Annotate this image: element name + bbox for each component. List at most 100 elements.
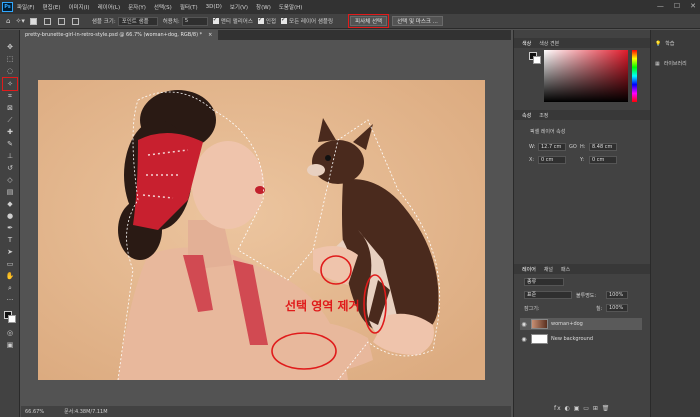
bg-color-chip[interactable]	[533, 56, 541, 64]
document-tab[interactable]: pretty-brunette-girl-in-retro-style.psd …	[21, 30, 219, 40]
visibility-eye-icon[interactable]: ◉	[520, 336, 528, 343]
menu-help[interactable]: 도움말(H)	[279, 3, 303, 11]
layer-name: New background	[551, 336, 594, 342]
hand-tool-icon[interactable]: ✋	[4, 271, 16, 281]
menu-select[interactable]: 선택(S)	[154, 3, 172, 11]
layer-kind-filter[interactable]: 종류	[524, 278, 564, 286]
tab-adjustments[interactable]: 조정	[539, 112, 548, 119]
tab-paths[interactable]: 패스	[561, 266, 570, 273]
menu-filter[interactable]: 필터(T)	[180, 3, 198, 11]
home-icon[interactable]: ⌂	[6, 17, 10, 25]
rectangle-tool-icon[interactable]: ▭	[4, 259, 16, 269]
x-field[interactable]: 0 cm	[538, 156, 566, 164]
blur-tool-icon[interactable]: ◆	[4, 199, 16, 209]
minimize-icon[interactable]: —	[657, 2, 664, 10]
clone-stamp-icon[interactable]: ⊥	[4, 151, 16, 161]
opacity-field[interactable]: 100%	[606, 291, 628, 299]
lasso-tool-icon[interactable]: ◌	[4, 66, 16, 76]
more-tools-icon[interactable]: ···	[4, 295, 16, 305]
y-field[interactable]: 0 cm	[589, 156, 617, 164]
layer-row-new-background[interactable]: ◉ New background	[520, 333, 642, 345]
link-dimensions-icon[interactable]: GO	[569, 144, 577, 150]
type-tool-icon[interactable]: T	[4, 235, 16, 245]
history-brush-icon[interactable]: ↺	[4, 163, 16, 173]
layer-thumbnail	[531, 334, 548, 344]
add-selection-mode[interactable]	[43, 17, 53, 25]
path-select-icon[interactable]: ➤	[4, 247, 16, 257]
menu-edit[interactable]: 편집(E)	[43, 3, 61, 11]
learn-panel-button[interactable]: 💡 학습	[655, 40, 674, 48]
lock-label: 잠그기:	[524, 306, 540, 312]
libraries-panel-button[interactable]: ▦ 라이브러리	[655, 60, 687, 68]
menu-bar: Ps 파일(F) 편집(E) 이미지(I) 레이어(L) 문자(Y) 선택(S)…	[0, 0, 700, 14]
fill-field[interactable]: 100%	[606, 304, 628, 312]
close-icon[interactable]: ✕	[690, 2, 696, 10]
intersect-selection-mode[interactable]	[71, 17, 81, 25]
height-label: H:	[580, 144, 586, 150]
zoom-level[interactable]: 66.67%	[25, 409, 44, 415]
visibility-eye-icon[interactable]: ◉	[520, 321, 528, 328]
layers-panel-tabs: 레이어 채널 패스	[514, 264, 651, 274]
magic-wand-tool-icon[interactable]: ✧▾	[15, 17, 24, 25]
eyedropper-icon[interactable]: ⟋	[4, 115, 16, 125]
canvas-image[interactable]: 선택 영역 제거	[38, 80, 485, 380]
magic-wand-icon[interactable]: ✧	[2, 77, 18, 91]
layer-row-woman-dog[interactable]: ◉ woman+dog	[520, 318, 642, 330]
brush-tool-icon[interactable]: ✎	[4, 139, 16, 149]
marquee-tool-icon[interactable]: ⬚	[4, 54, 16, 64]
woman-face	[192, 141, 264, 229]
tab-close-icon[interactable]: ×	[208, 32, 212, 38]
menu-window[interactable]: 창(W)	[256, 3, 271, 11]
menu-3d[interactable]: 3D(D)	[206, 4, 222, 10]
width-field[interactable]: 12.7 cm	[538, 143, 566, 151]
new-selection-mode[interactable]	[29, 17, 39, 25]
photoshop-logo-icon: Ps	[2, 2, 13, 12]
contiguous-checkbox[interactable]: 인접	[257, 16, 276, 25]
options-bar: ⌂ ✧▾ 샘플 크기: 포인트 샘플 허용치: 5 앤티 앨리어스 인접 모든 …	[0, 14, 700, 29]
hue-slider[interactable]	[632, 50, 637, 102]
zoom-tool-icon[interactable]: ⌕	[4, 283, 16, 293]
tools-panel: ✥ ⬚ ◌ ✧ ⌗ ⊠ ⟋ ✚ ✎ ⊥ ↺ ◇ ▤ ◆ ● ✒ T ➤ ▭ ✋ …	[0, 30, 20, 417]
document-tab-title: pretty-brunette-girl-in-retro-style.psd …	[25, 32, 203, 38]
width-label: W:	[529, 144, 536, 150]
photo-illustration: 선택 영역 제거	[38, 80, 485, 380]
sample-size-select[interactable]: 포인트 샘플	[117, 16, 158, 26]
dog-head	[312, 140, 364, 184]
tab-color[interactable]: 색상	[522, 40, 531, 47]
pen-tool-icon[interactable]: ✒	[4, 223, 16, 233]
dodge-tool-icon[interactable]: ●	[4, 211, 16, 221]
tab-swatches[interactable]: 색상 견본	[539, 40, 559, 47]
select-subject-button[interactable]: 피사체 선택	[348, 14, 390, 28]
subtract-selection-mode[interactable]	[57, 17, 67, 25]
screen-mode-icon[interactable]: ▣	[4, 340, 16, 350]
status-bar: 66.67% 문서:4.38M/7.11M	[21, 406, 511, 417]
tab-properties[interactable]: 속성	[522, 112, 531, 119]
tab-channels[interactable]: 채널	[544, 266, 553, 273]
gradient-tool-icon[interactable]: ▤	[4, 187, 16, 197]
menu-file[interactable]: 파일(F)	[17, 3, 35, 11]
background-color-swatch[interactable]	[8, 315, 16, 323]
layer-name: woman+dog	[551, 321, 583, 327]
menu-type[interactable]: 문자(Y)	[128, 3, 146, 11]
maximize-icon[interactable]: ☐	[674, 2, 680, 10]
crop-tool-icon[interactable]: ⌗	[4, 91, 16, 101]
annotation-text: 선택 영역 제거	[285, 298, 360, 313]
menu-view[interactable]: 보기(V)	[230, 3, 248, 11]
layers-bottom-icons[interactable]: fx ◐ ▣ ▭ ⊞ 🗑	[554, 405, 610, 412]
sample-all-layers-checkbox[interactable]: 모든 레이어 샘플링	[281, 16, 333, 25]
tolerance-input[interactable]: 5	[181, 16, 208, 26]
blend-mode-select[interactable]: 표준	[524, 291, 572, 299]
properties-panel-tabs: 속성 조정	[514, 110, 651, 120]
select-and-mask-button[interactable]: 선택 및 마스크 ...	[392, 16, 443, 26]
menu-image[interactable]: 이미지(I)	[68, 3, 89, 11]
height-field[interactable]: 8.48 cm	[589, 143, 617, 151]
healing-brush-icon[interactable]: ✚	[4, 127, 16, 137]
antialias-checkbox[interactable]: 앤티 앨리어스	[212, 16, 253, 25]
menu-layer[interactable]: 레이어(L)	[98, 3, 121, 11]
tab-layers[interactable]: 레이어	[522, 266, 536, 273]
eraser-icon[interactable]: ◇	[4, 175, 16, 185]
quick-mask-icon[interactable]: ◎	[4, 328, 16, 338]
color-picker-field[interactable]	[544, 50, 628, 102]
frame-tool-icon[interactable]: ⊠	[4, 103, 16, 113]
move-tool-icon[interactable]: ✥	[4, 42, 16, 52]
